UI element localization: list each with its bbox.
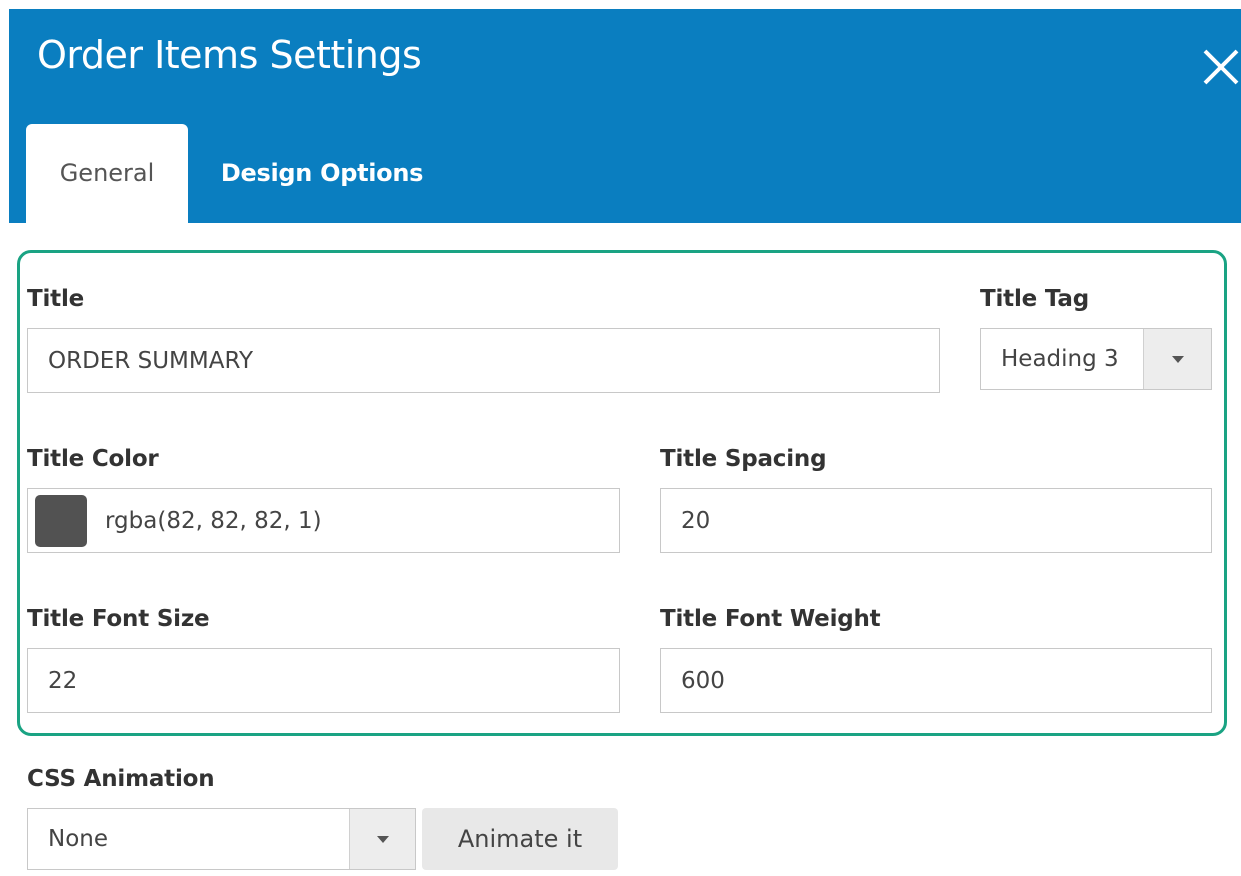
modal-header: Order Items Settings General Design Opti…	[9, 9, 1241, 225]
title-tag-dropdown-button[interactable]	[1143, 329, 1211, 389]
css-animation-label: CSS Animation	[27, 766, 215, 792]
title-font-weight-input[interactable]: 600	[660, 648, 1212, 713]
title-font-size-label: Title Font Size	[27, 606, 210, 632]
title-font-weight-value: 600	[681, 667, 725, 694]
title-tag-select-value: Heading 3	[1001, 346, 1119, 372]
css-animation-select-value: None	[48, 826, 109, 852]
modal-left-edge	[0, 0, 9, 876]
title-font-size-value: 22	[48, 667, 78, 694]
title-input[interactable]: ORDER SUMMARY	[27, 328, 940, 393]
title-spacing-input[interactable]: 20	[660, 488, 1212, 553]
tab-general[interactable]: General	[26, 124, 188, 225]
title-color-picker[interactable]: rgba(82, 82, 82, 1)	[27, 488, 620, 553]
color-swatch[interactable]	[35, 494, 87, 547]
title-spacing-label: Title Spacing	[660, 446, 827, 472]
title-color-label: Title Color	[27, 446, 159, 472]
tab-general-label: General	[59, 159, 155, 187]
chevron-down-icon	[1171, 355, 1184, 363]
chevron-down-icon	[376, 835, 389, 843]
settings-modal: Order Items Settings General Design Opti…	[0, 0, 1241, 876]
tab-design-options-label: Design Options	[220, 159, 424, 187]
tab-design-options[interactable]: Design Options	[209, 124, 435, 223]
animate-it-button-label: Animate it	[457, 825, 583, 853]
modal-title: Order Items Settings	[37, 33, 422, 77]
title-tag-select[interactable]: Heading 3	[980, 328, 1212, 390]
title-font-size-input[interactable]: 22	[27, 648, 620, 713]
title-color-value: rgba(82, 82, 82, 1)	[105, 507, 322, 534]
css-animation-select[interactable]: None	[27, 808, 416, 870]
title-label: Title	[27, 286, 85, 312]
title-tag-label: Title Tag	[980, 286, 1089, 312]
css-animation-dropdown-button[interactable]	[349, 809, 415, 869]
title-font-weight-label: Title Font Weight	[660, 606, 881, 632]
close-icon	[1203, 49, 1239, 85]
title-spacing-value: 20	[681, 507, 711, 534]
animate-it-button[interactable]: Animate it	[422, 808, 618, 870]
title-input-value: ORDER SUMMARY	[48, 347, 254, 374]
close-button[interactable]	[1197, 43, 1241, 87]
